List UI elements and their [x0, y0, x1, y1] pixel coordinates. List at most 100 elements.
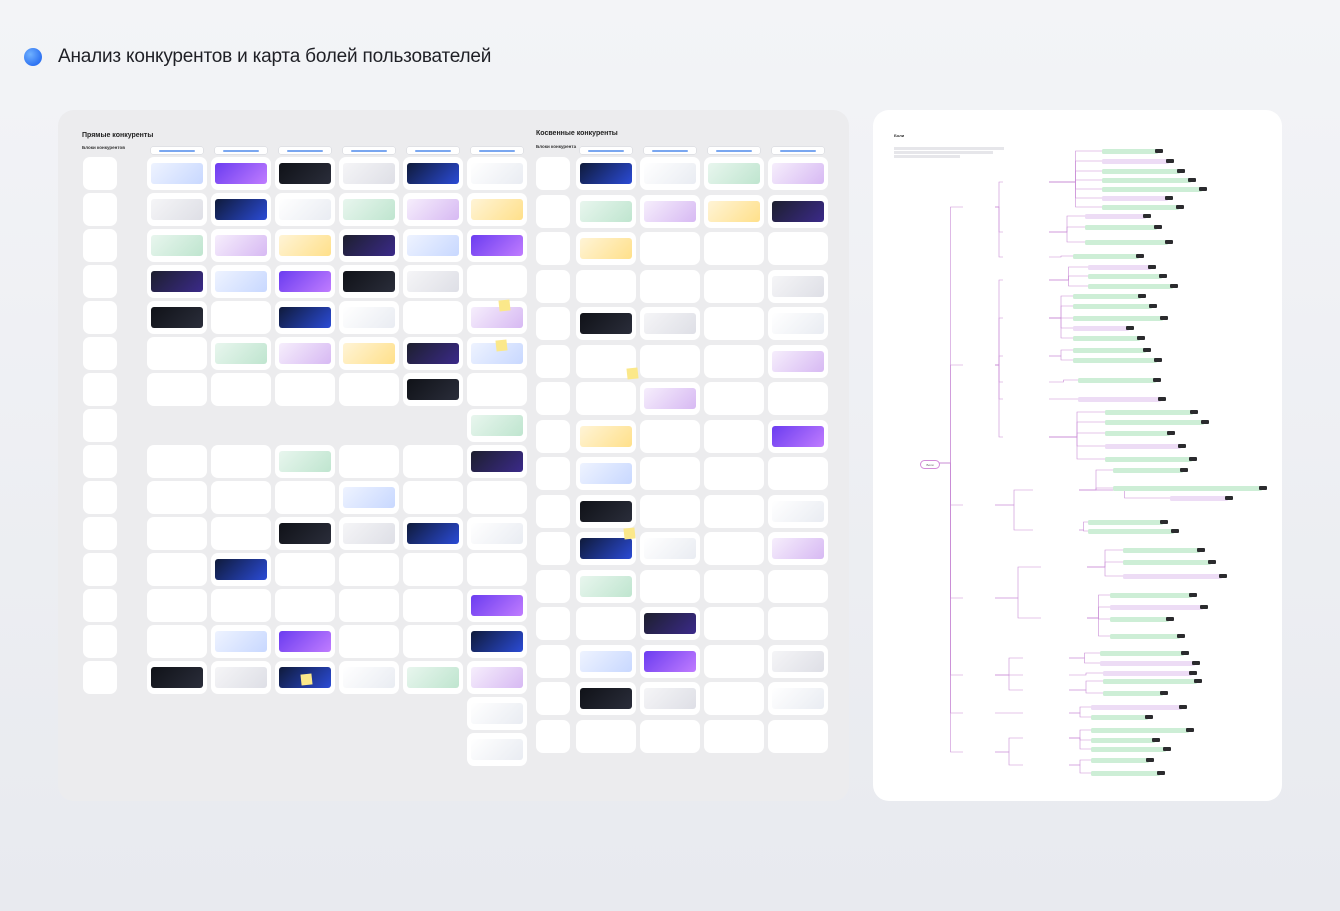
competitor-cell[interactable] — [211, 193, 271, 226]
competitor-cell[interactable] — [211, 661, 271, 694]
competitor-cell[interactable] — [339, 481, 399, 514]
pain-point-node[interactable] — [1078, 396, 1161, 402]
row-label[interactable] — [83, 373, 117, 406]
competitor-cell[interactable] — [211, 553, 271, 586]
competitor-cell[interactable] — [704, 419, 764, 453]
competitor-cell[interactable] — [640, 307, 700, 340]
competitor-cell[interactable] — [275, 229, 335, 262]
sticky-note[interactable] — [300, 673, 313, 686]
row-label[interactable] — [536, 607, 570, 640]
competitor-cell[interactable] — [467, 229, 527, 262]
competitor-cell[interactable] — [704, 194, 764, 228]
branch-node[interactable] — [963, 204, 995, 210]
competitor-cell[interactable] — [403, 337, 463, 370]
sub-branch-node[interactable] — [1003, 379, 1049, 385]
pain-point-node[interactable] — [1088, 264, 1151, 270]
competitor-cell[interactable] — [403, 193, 463, 226]
competitor-cell[interactable] — [576, 194, 636, 228]
sticky-note[interactable] — [498, 299, 511, 312]
competitor-cell[interactable] — [640, 232, 700, 265]
pain-point-node[interactable] — [1073, 335, 1140, 341]
competitor-cell[interactable] — [403, 517, 463, 550]
competitor-cell[interactable] — [576, 607, 636, 640]
competitor-cell[interactable] — [339, 193, 399, 226]
pain-point-node[interactable] — [1123, 559, 1211, 565]
sub-branch-node[interactable] — [1003, 353, 1049, 359]
row-label[interactable] — [83, 517, 117, 550]
competitor-cell[interactable] — [275, 157, 335, 190]
competitor-cell[interactable] — [704, 494, 764, 528]
competitor-cell[interactable] — [704, 719, 764, 753]
competitor-cell[interactable] — [147, 229, 207, 262]
mindmap-root-node[interactable]: Боли — [920, 460, 940, 469]
competitor-cell[interactable] — [147, 481, 207, 514]
pain-point-node[interactable] — [1102, 158, 1169, 164]
competitor-cell[interactable] — [147, 337, 207, 370]
competitor-cell[interactable] — [576, 269, 636, 303]
competitor-cell[interactable] — [576, 382, 636, 415]
column-header[interactable] — [580, 147, 632, 154]
pain-point-node[interactable] — [1073, 347, 1146, 353]
pain-point-node[interactable] — [1103, 678, 1197, 684]
competitor-cell[interactable] — [768, 382, 828, 415]
branch-node[interactable] — [963, 595, 995, 601]
branch-node[interactable] — [963, 710, 995, 716]
competitor-cell[interactable] — [640, 682, 700, 715]
sub-branch-node[interactable] — [1003, 434, 1049, 440]
competitor-cell[interactable] — [768, 682, 828, 715]
pain-point-node[interactable] — [1088, 519, 1163, 525]
row-label[interactable] — [83, 481, 117, 514]
pain-point-node[interactable] — [1123, 547, 1200, 553]
pain-point-node[interactable] — [1088, 283, 1173, 289]
pain-point-node[interactable] — [1102, 148, 1158, 154]
sub-branch-node[interactable] — [1003, 277, 1049, 283]
row-label[interactable] — [83, 193, 117, 226]
pain-point-node[interactable] — [1102, 177, 1191, 183]
competitor-cell[interactable] — [147, 265, 207, 298]
pain-point-node[interactable] — [1102, 195, 1168, 201]
competitor-cell[interactable] — [467, 481, 527, 514]
competitor-cell[interactable] — [467, 661, 527, 694]
competitor-cell[interactable] — [211, 445, 271, 478]
competitor-cell[interactable] — [768, 419, 828, 453]
competitor-cell[interactable] — [147, 445, 207, 478]
competitor-cell[interactable] — [640, 494, 700, 528]
competitor-cell[interactable] — [339, 337, 399, 370]
competitor-cell[interactable] — [211, 301, 271, 334]
pain-point-node[interactable] — [1085, 239, 1168, 245]
competitor-cell[interactable] — [768, 194, 828, 228]
pain-point-node[interactable] — [1105, 419, 1204, 425]
pain-point-node[interactable] — [1105, 430, 1170, 436]
pain-point-node[interactable] — [1088, 273, 1162, 279]
competitor-cell[interactable] — [576, 569, 636, 603]
pain-point-node[interactable] — [1091, 727, 1189, 733]
row-label[interactable] — [83, 265, 117, 298]
competitor-cell[interactable] — [211, 157, 271, 190]
competitor-cell[interactable] — [339, 445, 399, 478]
sub-branch-node[interactable] — [1003, 179, 1049, 185]
competitor-cell[interactable] — [768, 157, 828, 190]
competitor-cell[interactable] — [403, 229, 463, 262]
pain-point-node[interactable] — [1073, 293, 1141, 299]
competitor-cell[interactable] — [403, 553, 463, 586]
pain-point-node[interactable] — [1088, 528, 1174, 534]
branch-node[interactable] — [963, 362, 995, 368]
row-label[interactable] — [536, 532, 570, 565]
competitor-cell[interactable] — [403, 661, 463, 694]
pain-point-node[interactable] — [1170, 495, 1228, 501]
row-label[interactable] — [536, 382, 570, 415]
competitor-cell[interactable] — [211, 481, 271, 514]
pain-point-node[interactable] — [1073, 253, 1139, 259]
pain-point-node[interactable] — [1105, 409, 1193, 415]
pain-point-node[interactable] — [1110, 616, 1169, 622]
competitor-cell[interactable] — [768, 719, 828, 753]
row-label[interactable] — [536, 457, 570, 490]
competitor-cell[interactable] — [576, 232, 636, 265]
row-label[interactable] — [83, 553, 117, 586]
column-header[interactable] — [407, 147, 459, 154]
pain-point-node[interactable] — [1113, 467, 1183, 473]
branch-node[interactable] — [963, 502, 995, 508]
row-label[interactable] — [536, 232, 570, 265]
competitor-cell[interactable] — [704, 644, 764, 678]
sub-branch-node[interactable] — [1023, 735, 1069, 741]
